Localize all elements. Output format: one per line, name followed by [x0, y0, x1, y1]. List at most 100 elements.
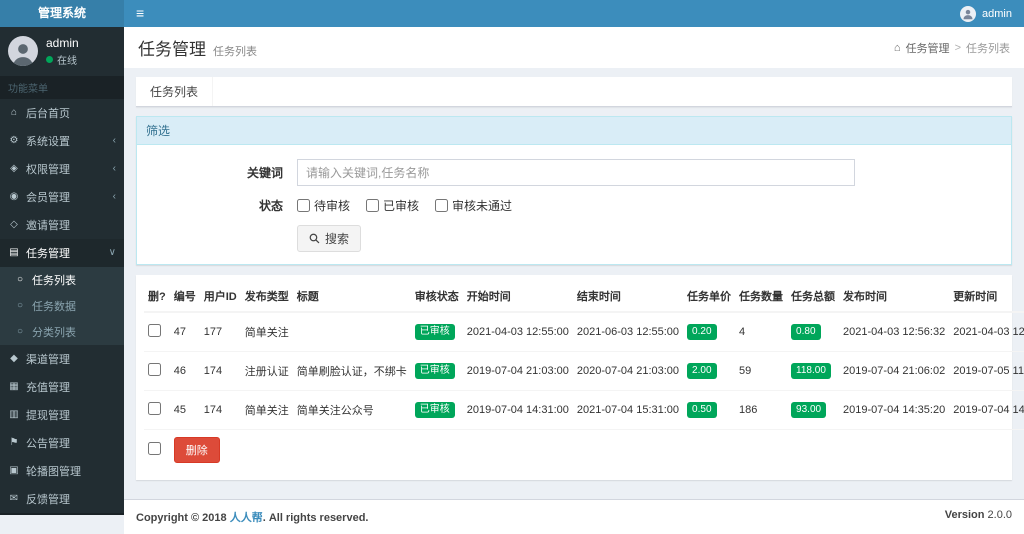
chevron-down-icon: ∨	[109, 247, 116, 258]
row-checkbox[interactable]	[148, 324, 161, 337]
sidebar-item-label: 邀请管理	[26, 217, 70, 233]
cell-id: 47	[170, 312, 200, 352]
shield-icon: ◈	[8, 163, 20, 174]
sidebar-item-permissions[interactable]: ◈ 权限管理 ‹	[0, 155, 124, 183]
brand-title[interactable]: 管理系统	[0, 0, 124, 27]
status-checkbox-pending[interactable]	[297, 199, 310, 212]
cell-publish: 2019-07-04 14:35:20	[839, 391, 949, 430]
invite-icon: ◇	[8, 219, 20, 230]
total-badge: 93.00	[791, 402, 826, 418]
search-row: 搜索	[147, 225, 1001, 252]
sidebar-item-carousel[interactable]: ▣ 轮播图管理	[0, 457, 124, 485]
page-title: 任务管理 任务列表	[138, 35, 257, 60]
footer-copyright: Copyright © 2018 人人帮. All rights reserve…	[136, 509, 368, 525]
footer: Copyright © 2018 人人帮. All rights reserve…	[124, 499, 1024, 534]
cell-price: 0.50	[683, 391, 735, 430]
recharge-icon: ▦	[8, 381, 20, 392]
cell-title: 简单刷脸认证，不绑卡	[293, 352, 411, 391]
topbar-user-menu[interactable]: admin	[948, 0, 1024, 27]
sidebar-subitem-label: 分类列表	[32, 324, 76, 340]
filter-panel-body: 关键词 状态 待审核 已审核	[137, 145, 1011, 264]
search-button[interactable]: 搜索	[297, 225, 361, 252]
select-all-checkbox[interactable]	[148, 442, 161, 455]
cell-title: 简单关注公众号	[293, 391, 411, 430]
sidebar-item-system-settings[interactable]: ⚙ 系统设置 ‹	[0, 127, 124, 155]
envelope-icon: ✉	[8, 493, 20, 504]
row-checkbox[interactable]	[148, 402, 161, 415]
status-option-pending[interactable]: 待审核	[297, 197, 350, 214]
status-badge: 已审核	[415, 363, 455, 379]
col-price: 任务单价	[683, 281, 735, 312]
topbar: 管理系统 ≡ admin	[0, 0, 1024, 27]
cell-type: 注册认证	[241, 352, 293, 391]
cell-id: 46	[170, 352, 200, 391]
sidebar-user-panel: admin 在线	[0, 27, 124, 76]
sidebar-item-members[interactable]: ◉ 会员管理 ‹	[0, 183, 124, 211]
col-end: 结束时间	[573, 281, 683, 312]
sidebar-item-channels[interactable]: ◆ 渠道管理	[0, 345, 124, 373]
row-checkbox[interactable]	[148, 363, 161, 376]
copyright-suffix: . All rights reserved.	[263, 512, 369, 524]
sidebar-item-dashboard[interactable]: ⌂ 后台首页	[0, 99, 124, 127]
price-badge: 0.50	[687, 402, 716, 418]
delete-button[interactable]: 删除	[174, 437, 220, 463]
sidebar-item-label: 反馈管理	[26, 491, 70, 507]
sidebar-item-label: 系统设置	[26, 133, 70, 149]
status-checkbox-approved[interactable]	[366, 199, 379, 212]
content-header: 任务管理 任务列表 ⌂ 任务管理 > 任务列表	[124, 27, 1024, 68]
cell-status: 已审核	[411, 391, 463, 430]
company-link[interactable]: 人人帮	[230, 512, 263, 524]
topbar-spacer	[156, 0, 948, 27]
col-user-id: 用户ID	[200, 281, 241, 312]
col-type: 发布类型	[241, 281, 293, 312]
cell-price: 0.20	[683, 312, 735, 352]
topbar-username: admin	[982, 8, 1012, 20]
status-option-rejected[interactable]: 审核未通过	[435, 197, 512, 214]
chevron-left-icon: ‹	[113, 191, 116, 202]
cell-checkbox	[144, 391, 170, 430]
sidebar-item-recharge[interactable]: ▦ 充值管理	[0, 373, 124, 401]
chevron-left-icon: ‹	[113, 135, 116, 146]
sidebar-subitem-category-list[interactable]: ○ 分类列表	[0, 319, 124, 345]
cell-type: 简单关注	[241, 391, 293, 430]
table-row: 46 174 注册认证 简单刷脸认证，不绑卡 已审核 2019-07-04 21…	[144, 352, 1024, 391]
sidebar-item-label: 任务管理	[26, 245, 70, 261]
sidebar-item-feedback[interactable]: ✉ 反馈管理	[0, 485, 124, 513]
status-badge: 已审核	[415, 324, 455, 340]
col-id: 编号	[170, 281, 200, 312]
sidebar-username: admin	[46, 36, 79, 52]
version-value: 2.0.0	[988, 509, 1012, 521]
home-icon: ⌂	[894, 42, 901, 54]
tab-task-list[interactable]: 任务列表	[136, 77, 213, 106]
cell-end: 2020-07-04 21:03:00	[573, 352, 683, 391]
status-checkbox-group: 待审核 已审核 审核未通过	[297, 197, 512, 214]
cell-total: 118.00	[787, 352, 839, 391]
sidebar-item-label: 渠道管理	[26, 351, 70, 367]
footer-version: Version 2.0.0	[945, 509, 1012, 525]
search-icon	[309, 233, 320, 244]
sidebar-item-label: 权限管理	[26, 161, 70, 177]
breadcrumb-current: 任务列表	[966, 40, 1010, 56]
user-status: 在线	[46, 52, 79, 67]
status-option-approved[interactable]: 已审核	[366, 197, 419, 214]
search-button-label: 搜索	[325, 230, 349, 247]
breadcrumb-item[interactable]: 任务管理	[906, 40, 950, 56]
keyword-input[interactable]	[297, 159, 855, 186]
tasks-icon: ▤	[8, 247, 20, 258]
status-checkbox-rejected[interactable]	[435, 199, 448, 212]
sidebar-item-label: 会员管理	[26, 189, 70, 205]
cell-start: 2019-07-04 14:31:00	[463, 391, 573, 430]
sidebar-subitem-task-list[interactable]: ○ 任务列表	[0, 267, 124, 293]
cell-checkbox	[144, 352, 170, 391]
sidebar-subitem-task-data[interactable]: ○ 任务数据	[0, 293, 124, 319]
sidebar-item-tasks[interactable]: ▤ 任务管理 ∨	[0, 239, 124, 267]
status-option-label: 审核未通过	[452, 197, 512, 214]
sidebar-item-announcements[interactable]: ⚑ 公告管理	[0, 429, 124, 457]
sidebar-item-withdraw[interactable]: ▥ 提现管理	[0, 401, 124, 429]
main-area: 任务管理 任务列表 ⌂ 任务管理 > 任务列表 任务列表 筛选 关键词 状态	[124, 0, 1024, 534]
bullhorn-icon: ⚑	[8, 437, 20, 448]
col-start: 开始时间	[463, 281, 573, 312]
sidebar-item-invites[interactable]: ◇ 邀请管理	[0, 211, 124, 239]
sidebar-toggle-button[interactable]: ≡	[124, 0, 156, 27]
bulk-action-row: 删除	[144, 430, 1024, 471]
